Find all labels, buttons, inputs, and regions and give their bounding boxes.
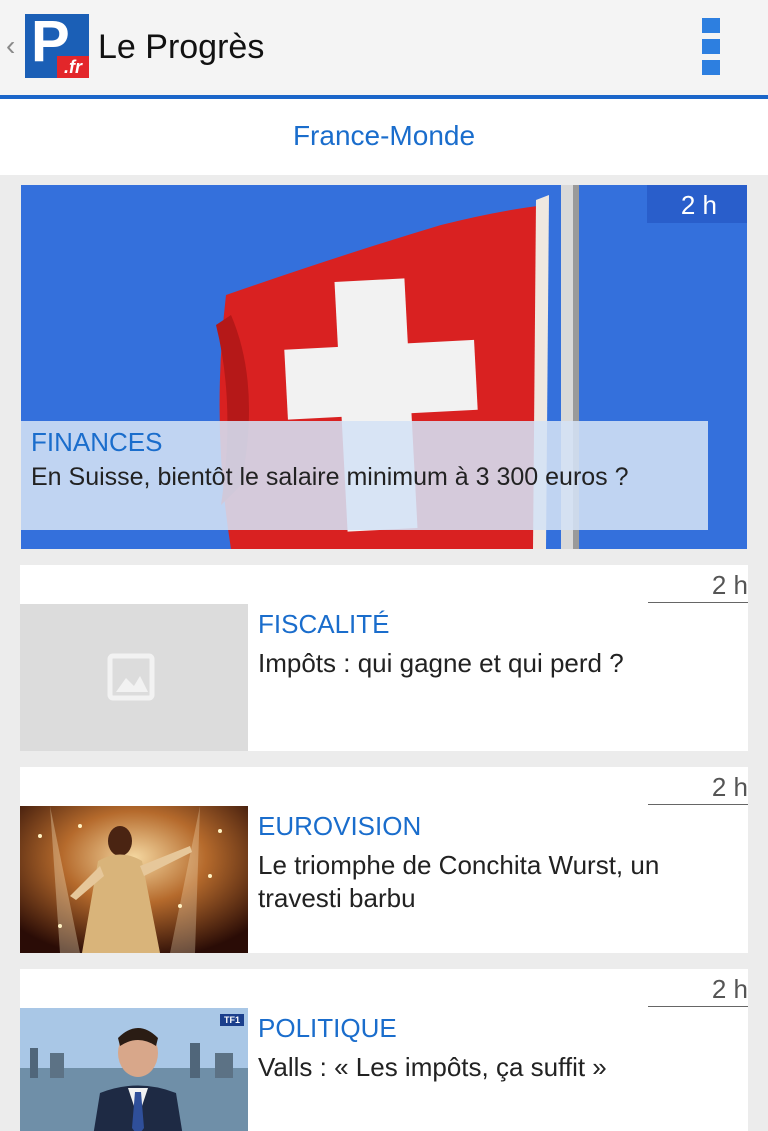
- article-timestamp: 2 h: [648, 569, 748, 603]
- article-category: FISCALITÉ: [258, 609, 390, 639]
- article-headline: Impôts : qui gagne et qui perd ?: [258, 648, 624, 678]
- section-title: France-Monde: [292, 120, 476, 151]
- hero-caption: FINANCES En Suisse, bientôt le salaire m…: [21, 421, 708, 530]
- article-card[interactable]: 2 h FISCALITÉ Impôts : qui gagne et qui …: [20, 565, 748, 751]
- hero-article[interactable]: 2 h FINANCES En Suisse, bientôt le salai…: [21, 185, 747, 549]
- article-thumbnail: TF1: [20, 1008, 248, 1131]
- app-title: Le Progrès: [98, 28, 265, 66]
- article-timestamp: 2 h: [648, 771, 748, 805]
- article-category: POLITIQUE: [258, 1013, 397, 1043]
- stage-photo: [20, 806, 248, 953]
- article-thumbnail: [20, 604, 248, 751]
- back-chevron-icon[interactable]: ‹: [6, 30, 15, 62]
- article-timestamp: 2 h: [648, 973, 748, 1007]
- article-category: EUROVISION: [258, 811, 422, 841]
- hero-category: FINANCES: [31, 427, 163, 457]
- hero-headline: En Suisse, bientôt le salaire minimum à …: [31, 463, 629, 491]
- image-placeholder-icon: [107, 653, 155, 701]
- logo-suffix: .fr: [57, 56, 89, 78]
- app-bar: ‹ P .fr Le Progrès: [0, 0, 768, 95]
- article-card[interactable]: 2 h EUROVISION Le triomphe de Conchita W…: [20, 767, 748, 953]
- article-headline: Valls : « Les impôts, ça suffit »: [258, 1052, 607, 1082]
- article-thumbnail: [20, 806, 248, 953]
- section-header[interactable]: France-Monde: [0, 99, 768, 175]
- app-logo[interactable]: P .fr: [25, 10, 89, 78]
- hero-timestamp: 2 h: [647, 185, 747, 223]
- tv-photo: TF1: [20, 1008, 248, 1131]
- article-headline: Le triomphe de Conchita Wurst, un traves…: [258, 850, 660, 913]
- tv-channel-badge: TF1: [224, 1015, 240, 1025]
- overflow-menu-icon[interactable]: [702, 18, 722, 76]
- article-card[interactable]: 2 h TF1 POLITIQUE Valls : « Les impôts, …: [20, 969, 748, 1131]
